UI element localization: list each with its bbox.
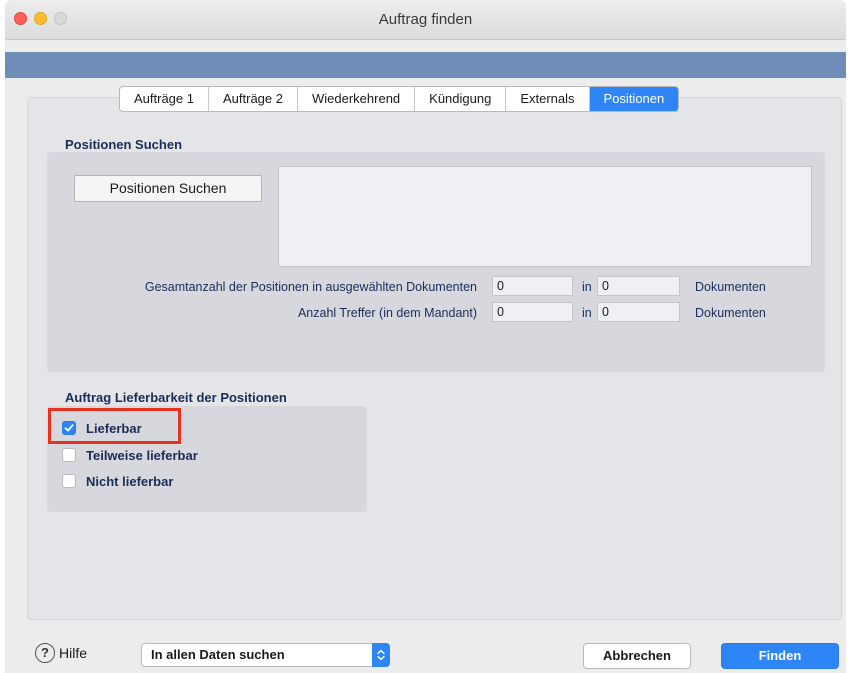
tab-auftraege-1[interactable]: Aufträge 1 xyxy=(120,87,209,111)
search-scope-select[interactable]: In allen Daten suchen xyxy=(141,643,390,667)
hits-in-label: in xyxy=(582,306,592,320)
dialog-window: Auftrag finden Aufträge 1 Aufträge 2 Wie… xyxy=(5,0,846,673)
window-title: Auftrag finden xyxy=(378,11,473,28)
search-scope-value: In allen Daten suchen xyxy=(151,647,285,662)
tab-externals[interactable]: Externals xyxy=(506,87,590,111)
hits-count-field[interactable]: 0 xyxy=(492,302,573,322)
option-nicht-lieferbar[interactable]: Nicht lieferbar xyxy=(62,472,173,490)
total-positions-count-field[interactable]: 0 xyxy=(492,276,573,296)
search-positions-button[interactable]: Positionen Suchen xyxy=(74,175,262,202)
chevron-up-down-icon[interactable] xyxy=(372,643,390,667)
tab-kuendigung[interactable]: Kündigung xyxy=(415,87,507,111)
total-positions-label: Gesamtanzahl der Positionen in ausgewähl… xyxy=(144,280,477,294)
search-section-title: Positionen Suchen xyxy=(65,137,183,152)
total-in-label: in xyxy=(582,280,592,294)
tab-auftraege-2[interactable]: Aufträge 2 xyxy=(209,87,298,111)
checkbox-unchecked-icon[interactable] xyxy=(62,474,76,488)
find-button[interactable]: Finden xyxy=(721,643,839,669)
header-bar xyxy=(5,52,846,78)
search-results-area[interactable] xyxy=(278,166,812,267)
option-nicht-lieferbar-label: Nicht lieferbar xyxy=(86,473,174,489)
highlight-box xyxy=(48,408,181,444)
help-label: Hilfe xyxy=(59,645,88,661)
cancel-button[interactable]: Abbrechen xyxy=(583,643,691,669)
question-circle-icon: ? xyxy=(35,643,55,663)
help-button[interactable]: ? Hilfe xyxy=(35,643,87,663)
tab-positionen[interactable]: Positionen xyxy=(589,87,679,111)
hits-label: Anzahl Treffer (in dem Mandant) xyxy=(297,306,477,320)
hits-documents-count-field[interactable]: 0 xyxy=(597,302,680,322)
total-documents-unit-label: Dokumenten xyxy=(695,280,766,294)
title-bar: Auftrag finden xyxy=(5,0,846,40)
hits-documents-unit-label: Dokumenten xyxy=(695,306,766,320)
option-teilweise-lieferbar-label: Teilweise lieferbar xyxy=(86,447,198,463)
checkbox-unchecked-icon[interactable] xyxy=(62,448,76,462)
tab-bar: Aufträge 1 Aufträge 2 Wiederkehrend Künd… xyxy=(119,86,680,112)
total-documents-count-field[interactable]: 0 xyxy=(597,276,680,296)
availability-section-title: Auftrag Lieferbarkeit der Positionen xyxy=(65,390,287,405)
tab-wiederkehrend[interactable]: Wiederkehrend xyxy=(298,87,416,111)
option-teilweise-lieferbar[interactable]: Teilweise lieferbar xyxy=(62,446,198,464)
